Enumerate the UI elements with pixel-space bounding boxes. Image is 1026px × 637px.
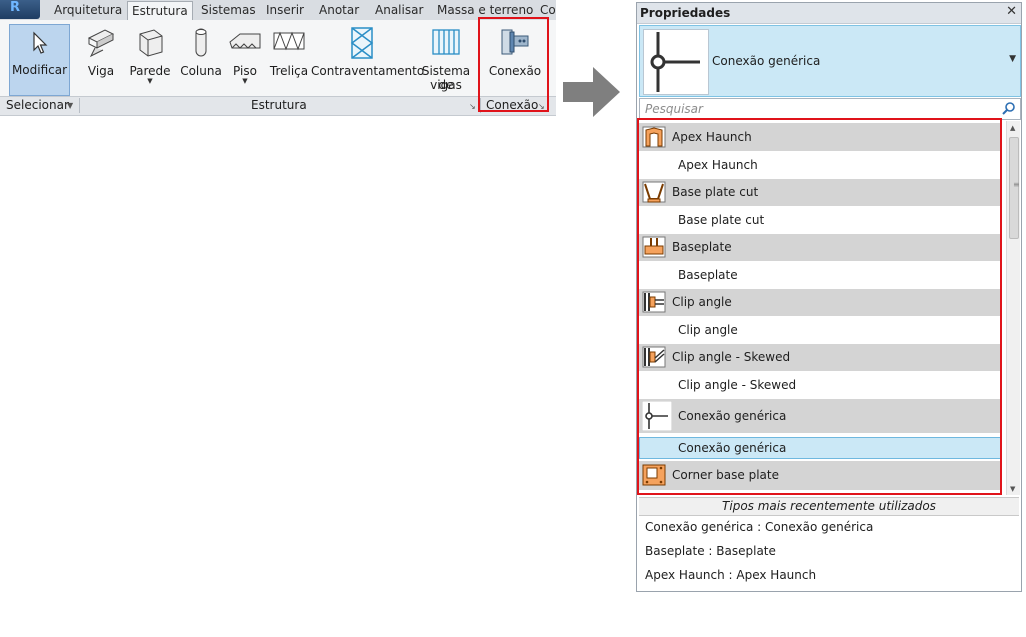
- panel-separator: [79, 98, 80, 113]
- wall-label: Parede: [129, 64, 171, 78]
- truss-button[interactable]: Treliça: [268, 22, 310, 92]
- selecionar-dropdown-icon[interactable]: ▼: [67, 99, 73, 113]
- tab-inserir[interactable]: Inserir: [266, 2, 304, 19]
- column-icon: [191, 26, 211, 61]
- panel-label-selecionar[interactable]: Selecionar: [6, 98, 69, 112]
- tab-anotar[interactable]: Anotar: [319, 2, 359, 19]
- column-label: Coluna: [180, 64, 222, 78]
- panel-label-estrutura: Estrutura: [251, 98, 307, 112]
- scroll-up-icon[interactable]: ▲: [1010, 124, 1015, 132]
- application-menu-button[interactable]: R: [0, 0, 40, 19]
- floor-button[interactable]: Piso ▼: [226, 22, 264, 92]
- recent-type-item[interactable]: Baseplate : Baseplate: [645, 544, 776, 558]
- recent-types-title: Tipos mais recentemente utilizados: [722, 499, 936, 513]
- search-placeholder: Pesquisar: [645, 102, 703, 116]
- truss-label: Treliça: [269, 64, 309, 78]
- estrutura-dialog-launcher-icon[interactable]: ↘: [469, 100, 476, 114]
- type-list-scrollbar[interactable]: ▲ ≡ ▼: [1006, 121, 1020, 495]
- wall-icon: [134, 26, 166, 61]
- revit-logo-icon: R: [10, 0, 21, 15]
- type-selector[interactable]: Conexão genérica ▼: [639, 25, 1021, 97]
- floor-label: Piso: [233, 64, 257, 78]
- search-icon[interactable]: [1002, 101, 1016, 118]
- scrollbar-thumb[interactable]: ≡: [1009, 137, 1020, 239]
- tab-arquitetura[interactable]: Arquitetura: [54, 2, 122, 19]
- chevron-down-icon[interactable]: ▼: [1009, 54, 1016, 64]
- modify-label: Modificar: [11, 63, 68, 77]
- brace-icon: [349, 26, 375, 63]
- selected-type-label: Conexão genérica: [712, 54, 821, 68]
- grip-icon: ≡: [1013, 180, 1020, 189]
- type-search-input[interactable]: Pesquisar: [639, 98, 1021, 120]
- wall-button[interactable]: Parede ▼: [128, 22, 172, 92]
- beam-system-label-2: vigas: [430, 78, 462, 92]
- floor-icon: [228, 26, 262, 61]
- tab-sistemas[interactable]: Sistemas: [201, 2, 256, 19]
- cursor-arrow-icon: [31, 31, 49, 58]
- floor-dropdown-caret[interactable]: ▼: [226, 77, 264, 85]
- beam-button[interactable]: Viga: [82, 22, 120, 92]
- beam-icon: [85, 26, 117, 61]
- beam-system-icon: [431, 26, 461, 61]
- brace-label: Contraventamento: [311, 64, 425, 78]
- recent-type-item[interactable]: Conexão genérica : Conexão genérica: [645, 520, 873, 534]
- type-list-highlight-box: [637, 118, 1002, 495]
- connection-highlight-box: [478, 17, 549, 112]
- close-icon[interactable]: ✕: [1006, 4, 1017, 19]
- scroll-down-icon[interactable]: ▼: [1010, 485, 1015, 493]
- tab-analisar[interactable]: Analisar: [375, 2, 423, 19]
- ribbon: R Arquitetura Estrutura Sistemas Inserir…: [0, 0, 556, 116]
- brace-button[interactable]: Contraventamento: [311, 22, 425, 92]
- modify-button[interactable]: Modificar: [9, 24, 70, 96]
- arrow-right-icon: [563, 67, 621, 120]
- column-button[interactable]: Coluna: [180, 22, 222, 92]
- wall-dropdown-caret[interactable]: ▼: [128, 77, 172, 85]
- ribbon-tab-bar: R Arquitetura Estrutura Sistemas Inserir…: [0, 0, 556, 21]
- properties-title: Propriedades: [640, 6, 731, 20]
- properties-title-bar: Propriedades ✕: [637, 3, 1021, 24]
- recent-types-header: Tipos mais recentemente utilizados: [639, 497, 1019, 516]
- beam-label: Viga: [87, 64, 115, 78]
- recent-type-item[interactable]: Apex Haunch : Apex Haunch: [645, 568, 816, 582]
- beam-system-button[interactable]: Sistema de vigas: [416, 22, 476, 92]
- tab-estrutura[interactable]: Estrutura: [127, 1, 193, 21]
- generic-connection-icon: [643, 29, 709, 95]
- truss-icon: [272, 26, 306, 61]
